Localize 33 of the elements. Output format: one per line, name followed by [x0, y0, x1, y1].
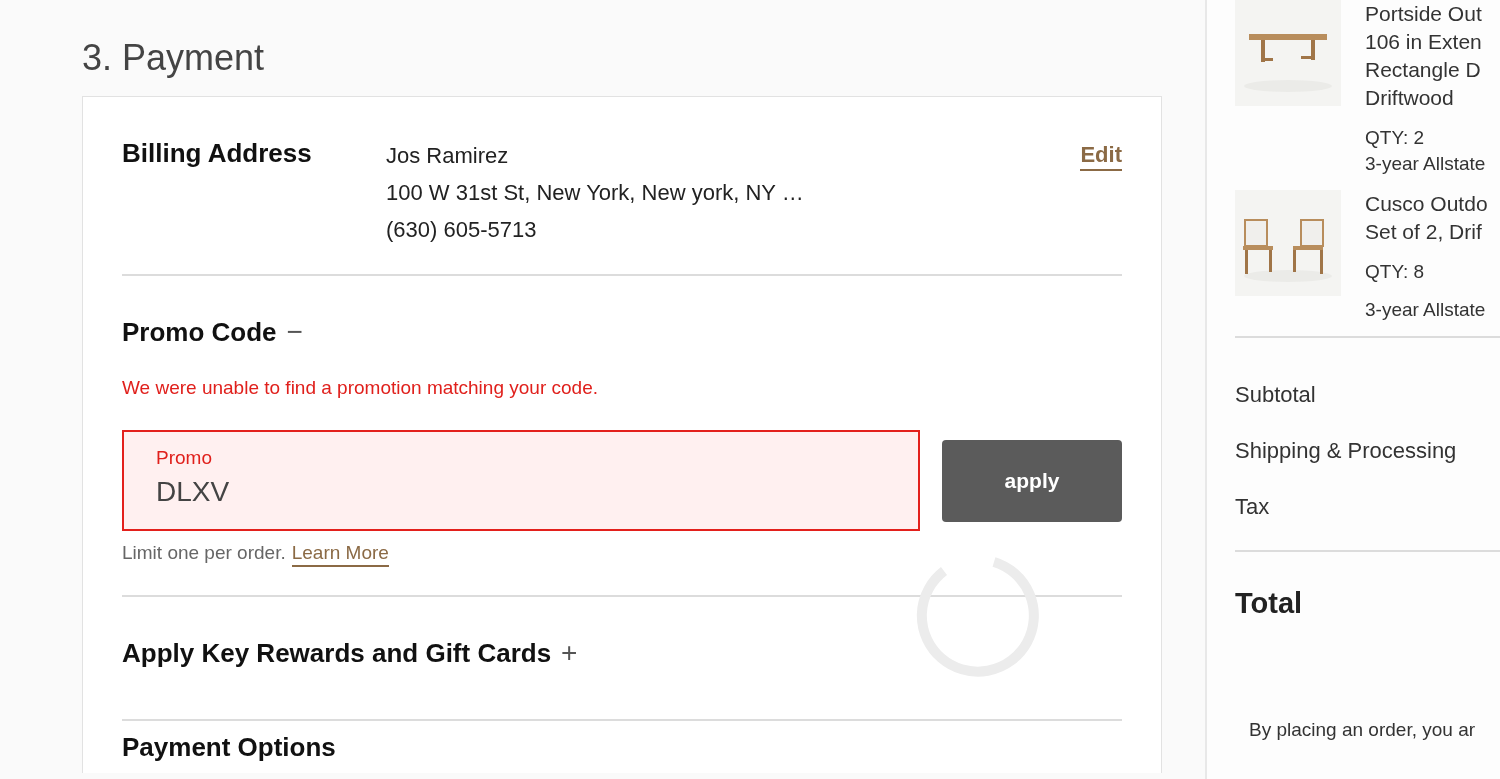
summary-label: Subtotal [1235, 382, 1317, 408]
product-name-line: Set of 2, Drif [1365, 219, 1483, 245]
product-name-line: Cusco Outdo [1365, 191, 1488, 217]
section-heading: 3. Payment [82, 36, 266, 80]
promo-code-title: Promo Code [122, 316, 277, 348]
total-label: Total [1235, 586, 1304, 620]
limit-note: Limit one per order. [122, 541, 286, 565]
apply-button[interactable]: apply [942, 440, 1122, 522]
quantity: QTY: 2 [1365, 126, 1426, 150]
product-name-line: 106 in Exten [1365, 29, 1483, 55]
address-line: Jos Ramirez [386, 142, 510, 170]
learn-more-link[interactable]: Learn More [291, 541, 389, 567]
collapse-toggle[interactable]: − [286, 317, 303, 347]
error-message: We were unable to find a promotion matching your code. [122, 376, 599, 400]
billing-address-title: Billing Address [122, 137, 313, 169]
protection-plan: 3-year Allstate [1365, 152, 1486, 176]
product-name-line: Driftwood [1365, 85, 1455, 111]
promo-field[interactable]: Promo DLXV [122, 430, 920, 531]
legal-text: By placing an order, you ar [1248, 718, 1477, 742]
product-name-line: Rectangle D [1365, 57, 1482, 83]
edit-link[interactable]: Edit [1080, 141, 1122, 171]
address-line: 100 W 31st St, New York, New york, NY … [386, 179, 805, 207]
expand-toggle[interactable]: + [561, 638, 578, 668]
payment-options-title: Payment Options [122, 732, 336, 762]
promo-input[interactable]: DLXV [156, 476, 886, 508]
summary-label: Tax [1235, 494, 1271, 520]
protection-plan: 3-year Allstate [1365, 298, 1487, 322]
field-label: Promo [156, 446, 213, 470]
summary-label: Shipping & Processing [1235, 438, 1458, 464]
rewards-title: Apply Key Rewards and Gift Cards [122, 637, 552, 669]
product-name-line: Portside Out [1365, 1, 1483, 27]
address-line: (630) 605-5713 [386, 216, 538, 244]
quantity: QTY: 8 [1365, 260, 1426, 284]
